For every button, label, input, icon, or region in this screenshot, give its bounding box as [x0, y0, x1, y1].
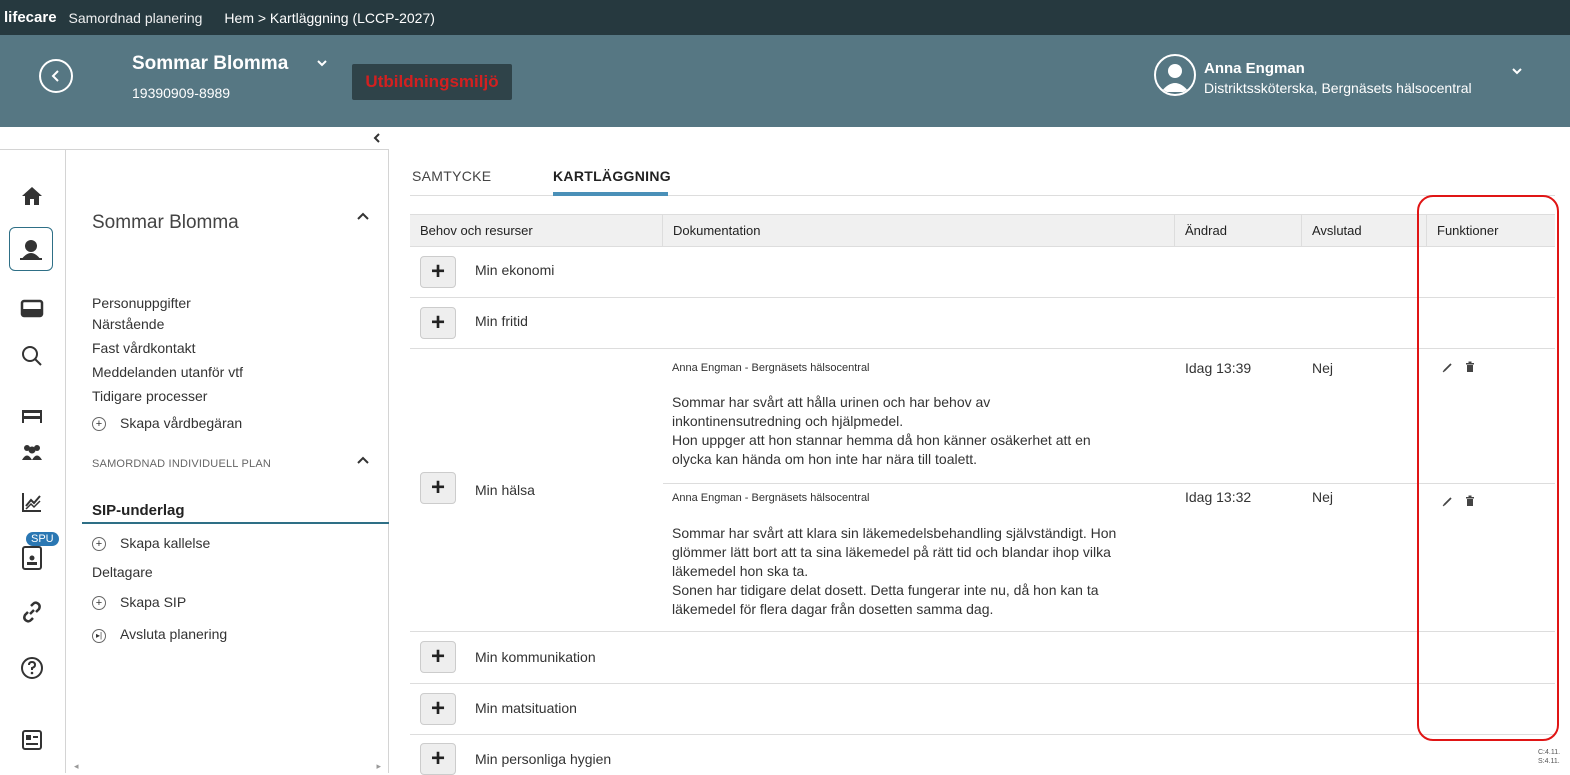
table-row: + Min fritid	[410, 298, 1555, 349]
group-icon[interactable]	[10, 430, 54, 474]
tab-bar: SAMTYCKE KARTLÄGGNING	[410, 164, 1555, 196]
patient-header: Sommar Blomma 19390909-8989 Utbildningsm…	[0, 35, 1570, 127]
version-info: C:4.11. S:4.11.	[1538, 749, 1561, 765]
user-role: Distriktssköterska, Bergnäsets hälsocent…	[1204, 80, 1472, 96]
create-sip-link[interactable]: + Skapa SIP	[92, 594, 186, 610]
chart-icon[interactable]	[10, 480, 54, 524]
table-row: + Min ekonomi	[410, 247, 1555, 298]
user-menu-chevron-icon[interactable]	[1511, 63, 1523, 79]
chevron-left-icon	[51, 70, 59, 82]
sidebar-item-sip-underlag[interactable]: SIP-underlag	[82, 500, 389, 524]
row-label: Min personliga hygien	[475, 751, 612, 767]
chevron-up-icon[interactable]	[356, 452, 370, 470]
app-name: Samordnad planering	[68, 9, 203, 26]
entry-closed: Nej	[1312, 360, 1334, 376]
column-header-avslutad[interactable]: Avslutad	[1302, 215, 1427, 246]
table-row: + Min hälsa Anna Engman - Bergnäsets häl…	[410, 349, 1555, 632]
chevron-left-icon	[373, 133, 380, 143]
add-button[interactable]: +	[420, 472, 456, 504]
tab-samtycke[interactable]: SAMTYCKE	[412, 168, 491, 184]
sidebar-item-tidigare-processer[interactable]: Tidigare processer	[92, 388, 207, 404]
document-icon[interactable]	[10, 536, 54, 580]
table-row: + Min personliga hygien	[410, 735, 1555, 775]
sidebar-scrollbar[interactable]: ◂ ▸	[66, 761, 389, 773]
create-invite-label: Skapa kallelse	[120, 535, 211, 551]
entry-author: Anna Engman - Bergnäsets hälsocentral	[672, 362, 870, 374]
row-label: Min ekonomi	[475, 262, 555, 278]
back-button[interactable]	[39, 59, 73, 93]
form-icon[interactable]	[10, 718, 54, 762]
column-header-behov[interactable]: Behov och resurser	[410, 215, 663, 246]
row-label: Min hälsa	[475, 482, 535, 498]
row-label: Min kommunikation	[475, 649, 596, 665]
help-icon[interactable]	[10, 646, 54, 690]
sidebar-item-sip-underlag-label: SIP-underlag	[92, 502, 185, 519]
patient-menu-chevron-icon[interactable]	[316, 55, 328, 72]
sidebar-title: Sommar Blomma	[92, 212, 239, 233]
sidebar-item-personuppgifter[interactable]: Personuppgifter	[92, 295, 191, 311]
sidebar-item-fast-vardkontakt[interactable]: Fast vårdkontakt	[92, 340, 196, 356]
breadcrumb[interactable]: Hem > Kartläggning (LCCP-2027)	[224, 10, 435, 26]
sidebar-item-narstaende[interactable]: Närstående	[92, 316, 164, 332]
row-label: Min matsituation	[475, 700, 577, 716]
add-button[interactable]: +	[420, 693, 456, 725]
patient-name: Sommar Blomma	[132, 53, 289, 74]
add-button[interactable]: +	[420, 256, 456, 288]
search-icon[interactable]	[10, 334, 54, 378]
user-avatar[interactable]	[1154, 54, 1196, 96]
active-tab-indicator	[553, 192, 668, 196]
column-header-funktioner: Funktioner	[1437, 223, 1499, 238]
create-care-request-label: Skapa vårdbegäran	[120, 415, 243, 431]
inbox-icon[interactable]	[10, 286, 54, 330]
table-header: Behov och resurser Dokumentation Ändrad …	[410, 214, 1555, 247]
chevron-up-icon[interactable]	[356, 208, 370, 226]
plus-circle-icon: +	[92, 596, 106, 610]
patient-icon[interactable]	[9, 227, 53, 271]
collapse-sidebar-button[interactable]	[372, 131, 382, 147]
edit-icon[interactable]	[1442, 495, 1454, 510]
delete-icon[interactable]	[1464, 495, 1476, 510]
entry-author: Anna Engman - Bergnäsets hälsocentral	[672, 492, 870, 504]
entry-closed: Nej	[1312, 489, 1334, 505]
row-label: Min fritid	[475, 313, 528, 329]
brand-logo: lifecare	[4, 9, 57, 26]
scroll-right-icon[interactable]: ▸	[376, 761, 381, 772]
entry-text: Sommar har svårt att hålla urinen och ha…	[672, 394, 1091, 467]
patient-personnummer: 19390909-8989	[132, 85, 231, 101]
icon-rail: SPU	[0, 150, 66, 773]
link-icon[interactable]	[10, 590, 54, 634]
column-header-andrad[interactable]: Ändrad	[1175, 215, 1302, 246]
entry-changed: Idag 13:32	[1185, 489, 1252, 505]
edit-icon[interactable]	[1442, 361, 1454, 376]
table-row: + Min kommunikation	[410, 632, 1555, 684]
add-button[interactable]: +	[420, 307, 456, 339]
sip-section-title: SAMORDNAD INDIVIDUELL PLAN	[92, 458, 271, 470]
table-row: + Min matsituation	[410, 684, 1555, 735]
skip-end-icon: ▸|	[92, 629, 106, 643]
entry-text: Sommar har svårt att klara sin läkemedel…	[672, 525, 1117, 617]
end-planning-link[interactable]: ▸| Avsluta planering	[92, 626, 227, 643]
create-care-request-link[interactable]: + Skapa vårdbegäran	[92, 415, 242, 431]
plus-circle-icon: +	[92, 537, 106, 551]
entry-changed: Idag 13:39	[1185, 360, 1252, 376]
tab-kartlaggning[interactable]: KARTLÄGGNING	[553, 168, 671, 184]
top-bar: lifecare Samordnad planering Hem > Kartl…	[0, 0, 1570, 35]
delete-icon[interactable]	[1464, 361, 1476, 376]
sidebar: Sommar Blomma Personuppgifter Närstående…	[66, 150, 389, 773]
user-name: Anna Engman	[1204, 60, 1305, 77]
environment-badge: Utbildningsmiljö	[352, 64, 512, 100]
add-button[interactable]: +	[420, 743, 456, 775]
sidebar-item-deltagare[interactable]: Deltagare	[92, 564, 153, 580]
create-sip-label: Skapa SIP	[120, 594, 187, 610]
entry-divider	[663, 483, 1555, 484]
sidebar-item-meddelanden[interactable]: Meddelanden utanför vtf	[92, 364, 243, 380]
column-header-dokumentation[interactable]: Dokumentation	[663, 215, 1175, 246]
add-button[interactable]: +	[420, 641, 456, 673]
end-planning-label: Avsluta planering	[120, 626, 228, 642]
home-icon[interactable]	[10, 174, 54, 218]
scroll-left-icon[interactable]: ◂	[74, 761, 79, 772]
create-invite-link[interactable]: + Skapa kallelse	[92, 535, 210, 551]
sidebar-collapse-strip	[0, 127, 389, 150]
plus-circle-icon: +	[92, 417, 106, 431]
